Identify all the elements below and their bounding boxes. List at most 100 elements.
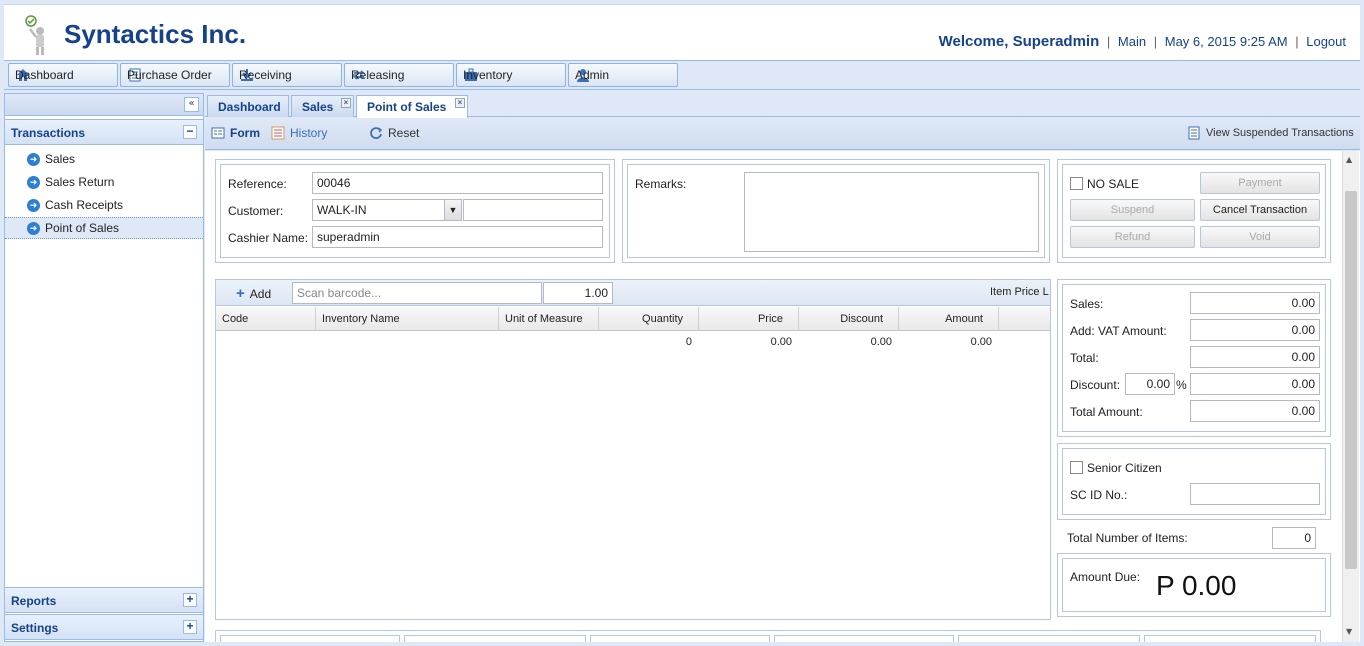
welcome-text: Welcome, Superadmin (938, 33, 1100, 50)
grid-toolbar: + Add Scan barcode... 1.00 Item Price L (216, 280, 1050, 306)
reset-button[interactable]: Reset (369, 126, 419, 140)
customer-name-input[interactable] (463, 199, 603, 221)
no-sale-checkbox[interactable] (1070, 177, 1083, 190)
sidebar-item-sales[interactable]: ➜ Sales (5, 148, 203, 170)
discount-percent-field[interactable]: 0.00 (1125, 373, 1175, 395)
close-icon[interactable]: × (455, 98, 465, 108)
nav-releasing-button[interactable]: Releasing (344, 63, 454, 87)
vertical-scrollbar[interactable]: ▲ ▼ (1342, 151, 1359, 642)
nav-admin-button[interactable]: Admin (568, 63, 678, 87)
document-icon (1187, 126, 1201, 140)
collapse-bar: « (5, 94, 203, 116)
column-discount[interactable]: Discount (799, 307, 899, 331)
history-button[interactable]: History (271, 126, 327, 140)
cancel-transaction-button[interactable]: Cancel Transaction (1200, 199, 1320, 221)
refund-button[interactable]: Refund (1070, 226, 1195, 248)
summary-panel: Sales: 0.00 Add: VAT Amount: 0.00 Total:… (1057, 279, 1331, 437)
close-icon[interactable]: × (341, 98, 351, 108)
welcome-bar: Welcome, Superadmin | Main | May 6, 2015… (938, 33, 1346, 50)
customer-select[interactable]: WALK-IN ▼ (312, 199, 462, 221)
payment-button[interactable]: Payment (1200, 172, 1320, 194)
app-header: Syntactics Inc. Welcome, Superadmin | Ma… (4, 4, 1360, 60)
settings-header[interactable]: Settings + (5, 614, 203, 640)
column-quantity[interactable]: Quantity (599, 307, 699, 331)
column-price[interactable]: Price (699, 307, 799, 331)
transactions-header[interactable]: Transactions − (5, 119, 203, 145)
vat-field[interactable]: 0.00 (1190, 319, 1320, 341)
senior-citizen-checkbox[interactable] (1070, 461, 1083, 474)
sidebar-item-cash-receipts[interactable]: ➜ Cash Receipts (5, 194, 203, 216)
expand-icon[interactable]: + (183, 593, 197, 607)
reference-label: Reference: (228, 177, 287, 191)
main-nav: Dashboard Purchase Order Receiving Relea… (4, 60, 1360, 90)
total-items-field[interactable]: 0 (1272, 527, 1316, 549)
remarks-textarea[interactable] (744, 172, 1039, 252)
logout-link[interactable]: Logout (1306, 34, 1346, 49)
scrollbar-thumb[interactable] (1345, 191, 1357, 569)
nav-receiving-button[interactable]: Receiving (232, 63, 342, 87)
refresh-icon (369, 126, 383, 140)
cashier-label: Cashier Name: (228, 231, 309, 245)
suspend-button[interactable]: Suspend (1070, 199, 1195, 221)
sales-label: Sales: (1070, 297, 1104, 311)
grid-header: Code Inventory Name Unit of Measure Quan… (216, 307, 1050, 331)
sidebar-item-sales-return[interactable]: ➜ Sales Return (5, 171, 203, 193)
view-suspended-button[interactable]: View Suspended Transactions (1187, 126, 1354, 140)
pos-form: Reference: 00046 Customer: WALK-IN ▼ Cas… (205, 151, 1360, 642)
barcode-input[interactable]: Scan barcode... (292, 282, 542, 304)
amount-due-value: P 0.00 (1156, 570, 1237, 601)
sidebar-item-point-of-sales[interactable]: ➜ Point of Sales (5, 217, 203, 239)
reference-input[interactable]: 00046 (312, 172, 603, 194)
arrow-right-icon: ➜ (27, 198, 40, 212)
total-amount-field[interactable]: 0.00 (1190, 400, 1320, 422)
tab-sales[interactable]: Sales × (291, 95, 354, 117)
reports-header[interactable]: Reports + (5, 587, 203, 613)
discount-field[interactable]: 0.00 (1190, 373, 1320, 395)
scroll-down-icon[interactable]: ▼ (1346, 627, 1352, 636)
form-toolbar: Form History Reset View Suspended Transa… (205, 118, 1360, 150)
add-item-button[interactable]: + Add (236, 285, 271, 302)
logo-icon (22, 13, 56, 57)
nav-purchase-order-button[interactable]: Purchase Order (120, 63, 230, 87)
collapse-left-icon[interactable]: « (184, 97, 199, 112)
cashier-input[interactable]: superadmin (312, 226, 603, 248)
tab-point-of-sales[interactable]: Point of Sales × (356, 95, 468, 118)
total-amount-label: Total Amount: (1070, 405, 1143, 419)
total-price-cell: 0.00 (770, 336, 792, 348)
nav-dashboard-button[interactable]: Dashboard (8, 63, 118, 87)
bottom-panel (215, 630, 1321, 642)
left-panel: « Transactions − ➜ Sales ➜ Sales Return … (4, 93, 204, 642)
scroll-up-icon[interactable]: ▲ (1346, 155, 1352, 164)
tab-dashboard[interactable]: Dashboard (207, 95, 289, 117)
sc-id-input[interactable] (1190, 483, 1320, 505)
sales-field[interactable]: 0.00 (1190, 292, 1320, 314)
customer-label: Customer: (228, 204, 284, 218)
sc-id-label: SC ID No.: (1070, 488, 1128, 502)
column-amount[interactable]: Amount (899, 307, 999, 331)
main-link[interactable]: Main (1118, 34, 1146, 49)
column-code[interactable]: Code (216, 307, 316, 331)
expand-icon[interactable]: + (183, 620, 197, 634)
form-icon (211, 126, 225, 140)
total-amount-cell: 0.00 (970, 336, 992, 348)
amount-due-label: Amount Due: (1070, 570, 1141, 584)
percent-sign: % (1176, 378, 1187, 392)
senior-citizen-label: Senior Citizen (1087, 461, 1162, 475)
discount-label: Discount: (1070, 378, 1121, 392)
form-button[interactable]: Form (211, 126, 260, 140)
list-icon (271, 126, 285, 140)
nav-inventory-button[interactable]: Inventory (456, 63, 566, 87)
quantity-input[interactable]: 1.00 (543, 282, 613, 304)
total-discount-cell: 0.00 (870, 336, 892, 348)
datetime-text: May 6, 2015 9:25 AM (1164, 34, 1288, 49)
plus-icon: + (236, 285, 245, 302)
void-button[interactable]: Void (1200, 226, 1320, 248)
item-price-label: Item Price L (990, 286, 1049, 298)
actions-panel: NO SALE Payment Suspend Cancel Transacti… (1057, 159, 1331, 263)
column-inventory-name[interactable]: Inventory Name (316, 307, 499, 331)
collapse-icon[interactable]: − (183, 125, 197, 139)
tab-bar: Dashboard Sales × Point of Sales × (205, 93, 1360, 118)
chevron-down-icon[interactable]: ▼ (444, 200, 461, 220)
total-field[interactable]: 0.00 (1190, 346, 1320, 368)
column-unit-of-measure[interactable]: Unit of Measure (499, 307, 599, 331)
